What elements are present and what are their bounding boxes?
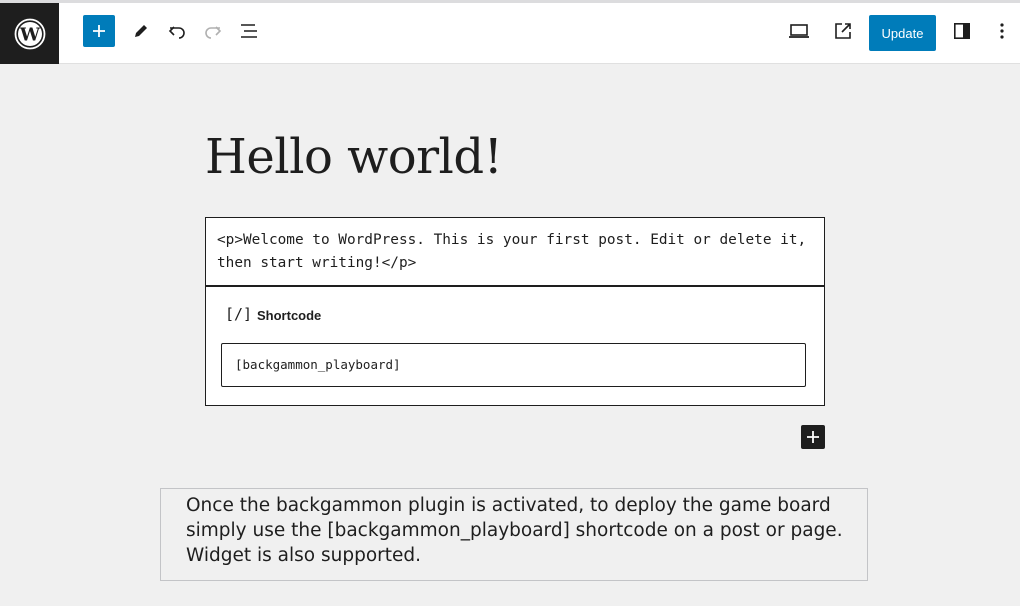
view-post-button[interactable] [827,15,859,47]
shortcode-icon: [/] [225,305,253,323]
pencil-icon [135,25,147,37]
plugin-notice-text: Once the backgammon plugin is activated,… [186,495,843,566]
block-appender-button[interactable] [801,425,825,449]
wordpress-logo-button[interactable]: W [0,3,59,64]
plugin-notice: Once the backgammon plugin is activated,… [160,488,868,581]
update-button[interactable]: Update [869,15,936,51]
html-block[interactable]: <p>Welcome to WordPress. This is your fi… [205,217,825,286]
post-title[interactable]: Hello world! [205,127,503,187]
html-block-code[interactable]: <p>Welcome to WordPress. This is your fi… [217,229,817,275]
settings-toggle-button[interactable] [946,15,978,47]
external-link-icon [835,23,851,39]
preview-button[interactable] [783,15,815,47]
list-view-button[interactable] [233,15,265,47]
laptop-icon [789,24,809,38]
undo-button[interactable] [161,15,193,47]
more-vertical-icon [1000,23,1004,39]
undo-icon [168,26,185,39]
wordpress-logo-icon: W [14,18,45,49]
shortcode-block[interactable]: [/] Shortcode [backgammon_playboard] [205,286,825,406]
list-view-icon [241,24,257,38]
plus-icon [807,431,819,443]
svg-text:W: W [18,24,40,45]
redo-button[interactable] [197,15,229,47]
options-button[interactable] [986,15,1018,47]
shortcode-label: Shortcode [257,308,322,323]
redo-icon [205,26,222,39]
shortcode-input[interactable]: [backgammon_playboard] [221,343,806,387]
plus-icon [93,25,105,37]
tools-button[interactable] [125,15,157,47]
add-block-button[interactable] [83,15,115,47]
sidebar-toggle-icon [953,22,970,39]
editor-toolbar: W Update [0,3,1020,64]
